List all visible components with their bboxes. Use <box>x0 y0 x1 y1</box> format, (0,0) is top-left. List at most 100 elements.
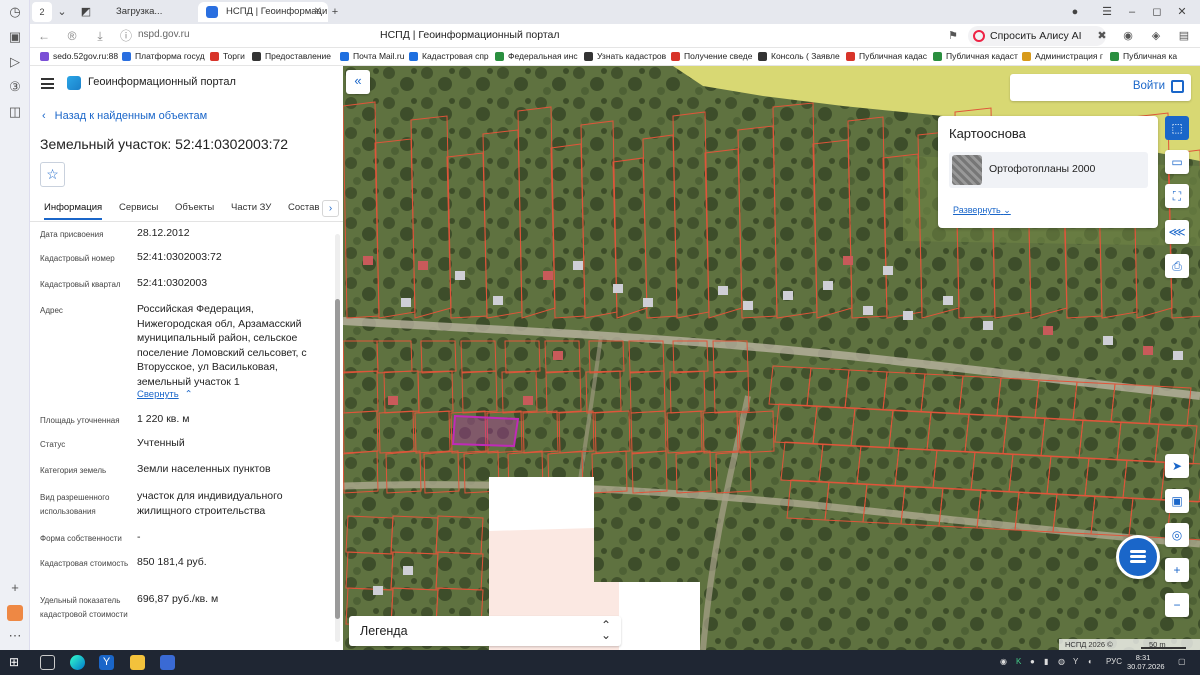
hamburger-menu-icon[interactable] <box>41 78 54 89</box>
collections-icon[interactable]: ▣ <box>7 29 23 45</box>
building <box>983 321 993 330</box>
bookmark-icon[interactable]: ⚑ <box>945 29 961 42</box>
panel-scrollbar[interactable] <box>335 234 340 642</box>
tab-composition[interactable]: Состав <box>288 202 319 213</box>
bookmark-item[interactable]: Торги <box>210 51 245 61</box>
legend-bar[interactable]: Легенда ⌃ ⌄ <box>349 616 621 646</box>
play-icon[interactable]: ▷ <box>7 54 23 70</box>
bookmark-item[interactable]: Консоль ( Заявле <box>758 51 840 61</box>
tray-icon[interactable]: ◉ <box>1000 657 1007 666</box>
bookmark-item[interactable]: Узнать кадастров <box>584 51 666 61</box>
tab-services[interactable]: Сервисы <box>119 202 158 213</box>
zoom-in-button[interactable]: + <box>1165 558 1189 582</box>
locate-icon[interactable]: ➤ <box>1165 454 1189 478</box>
bookmark-item[interactable]: Предоставление <box>252 51 331 61</box>
bookmark-item[interactable]: Федеральная инс <box>495 51 578 61</box>
basemap-option-label: Ортофотопланы 2000 <box>989 163 1096 175</box>
chat-button[interactable] <box>1116 535 1160 579</box>
windows-start-icon[interactable]: ⊞ <box>9 655 24 670</box>
tray-icon[interactable]: ● <box>1030 657 1035 666</box>
bookmark-icon <box>340 52 349 61</box>
notifications-icon[interactable]: ▢ <box>1178 657 1186 666</box>
property-value: Земли населенных пунктов <box>137 463 271 475</box>
tab-parts[interactable]: Части ЗУ <box>231 202 271 213</box>
explorer-icon[interactable] <box>130 655 145 670</box>
bookmark-item[interactable]: Публичная кадас <box>846 51 927 61</box>
yandex-browser-icon[interactable]: Y <box>99 655 114 670</box>
bookmark-item[interactable]: Публичная кадаст <box>933 51 1018 61</box>
tab-objects[interactable]: Объекты <box>175 202 214 213</box>
tray-icon[interactable]: K <box>1016 657 1021 666</box>
tab-loading[interactable]: Загрузка... <box>88 2 198 22</box>
save-icon[interactable] <box>160 655 175 670</box>
bookmark-item[interactable]: sedo.52gov.ru:88 <box>40 51 118 61</box>
close-tab-icon[interactable]: ✕ <box>314 2 322 22</box>
select-area-icon[interactable]: ⛶ <box>1165 184 1189 208</box>
minimize-icon[interactable]: – <box>1122 2 1142 22</box>
extension-icon-2[interactable]: ◉ <box>1120 29 1136 42</box>
tab-information[interactable]: Информация <box>44 202 103 220</box>
layers-tool-icon[interactable]: ⬚ <box>1165 116 1189 140</box>
property-value: 52:41:0302003:72 <box>137 251 222 263</box>
maximize-icon[interactable]: ◻ <box>1147 2 1167 22</box>
back-icon[interactable]: ← <box>36 28 52 44</box>
favorite-star-button[interactable]: ☆ <box>40 162 65 187</box>
collapse-panel-button[interactable]: « <box>346 70 370 94</box>
screenshot-icon[interactable]: ◫ <box>7 104 23 120</box>
login-button[interactable]: Войти <box>1010 74 1191 101</box>
bookmark-item[interactable]: Кадастровая спр <box>409 51 489 61</box>
property-key: Удельный показатель кадастровой стоимост… <box>40 596 128 619</box>
menu-icon[interactable]: ☰ <box>1097 2 1117 22</box>
bookmark-item[interactable]: Публичная ка <box>1110 51 1177 61</box>
url-field[interactable]: nspd.gov.ru <box>138 29 190 40</box>
ruler-icon[interactable]: ▭ <box>1165 150 1189 174</box>
bookmark-item[interactable]: Получение сведе <box>671 51 752 61</box>
share-icon[interactable]: ⋘ <box>1165 220 1189 244</box>
add-icon[interactable]: + <box>7 580 23 596</box>
building <box>1103 336 1113 345</box>
task-view-icon[interactable] <box>40 655 55 670</box>
expand-basemaps-link[interactable]: Развернуть ⌄ <box>953 205 1011 216</box>
tab-counter[interactable]: 2 <box>32 2 52 22</box>
downloads-icon[interactable]: ⤓ <box>92 28 108 44</box>
selected-parcel[interactable] <box>451 414 520 448</box>
print-icon[interactable]: ⎙ <box>1165 254 1189 278</box>
tab-list-icon[interactable]: ⌄ <box>52 2 72 22</box>
tray-icon[interactable]: ◐ <box>1088 657 1093 666</box>
tab-nspd[interactable]: НСПД | Геоинформаци ✕ <box>198 2 328 22</box>
new-tab-icon[interactable]: + <box>325 2 345 22</box>
bookmark-item[interactable]: Почта Mail.ru <box>340 51 404 61</box>
clock[interactable]: 8:31 30.07.2026 <box>1127 653 1165 671</box>
history-icon[interactable]: ◷ <box>7 4 23 20</box>
tray-icon[interactable]: Y <box>1073 657 1078 666</box>
edge-icon[interactable] <box>70 655 85 670</box>
yandex-icon[interactable]: ® <box>64 28 80 44</box>
bookmark-item[interactable]: Администрация г <box>1022 51 1103 61</box>
minimap-icon[interactable]: ▣ <box>1165 489 1189 513</box>
tabs-scroll-right-icon[interactable]: › <box>322 200 339 217</box>
profile-icon[interactable]: ● <box>1065 2 1085 22</box>
back-to-results-link[interactable]: ‹ Назад к найденным объектам <box>42 110 207 122</box>
alice-button[interactable]: Спросить Алису AI <box>968 26 1106 46</box>
language-indicator[interactable]: РУС <box>1106 657 1122 666</box>
map-view[interactable]: « Войти Картооснова Ортофотопланы 2000 Р… <box>343 66 1200 650</box>
close-window-icon[interactable]: ✕ <box>1172 2 1192 22</box>
basemap-option[interactable]: Ортофотопланы 2000 <box>949 152 1148 188</box>
site-info-icon[interactable]: ⓘ <box>118 28 134 44</box>
tray-icon[interactable]: ▮ <box>1044 657 1048 666</box>
zoom-out-button[interactable]: − <box>1165 593 1189 617</box>
tabs-icon[interactable]: ③ <box>7 79 23 95</box>
collapse-address-link[interactable]: Свернуть ⌃ <box>137 389 193 400</box>
scrollbar-thumb[interactable] <box>335 299 340 619</box>
extension-icon[interactable]: ✖ <box>1094 29 1110 42</box>
login-icon <box>1171 80 1184 93</box>
app-icon[interactable] <box>7 605 23 621</box>
bookmark-item[interactable]: Платформа госуд <box>122 51 205 61</box>
geolocation-icon[interactable]: ◎ <box>1165 523 1189 547</box>
building <box>388 396 398 405</box>
more-icon[interactable]: ⋯ <box>7 628 23 644</box>
tray-icon[interactable]: ◍ <box>1058 657 1065 666</box>
building <box>363 256 373 265</box>
extension-icon-4[interactable]: ▤ <box>1176 29 1192 42</box>
extension-icon-3[interactable]: ◈ <box>1148 29 1164 42</box>
